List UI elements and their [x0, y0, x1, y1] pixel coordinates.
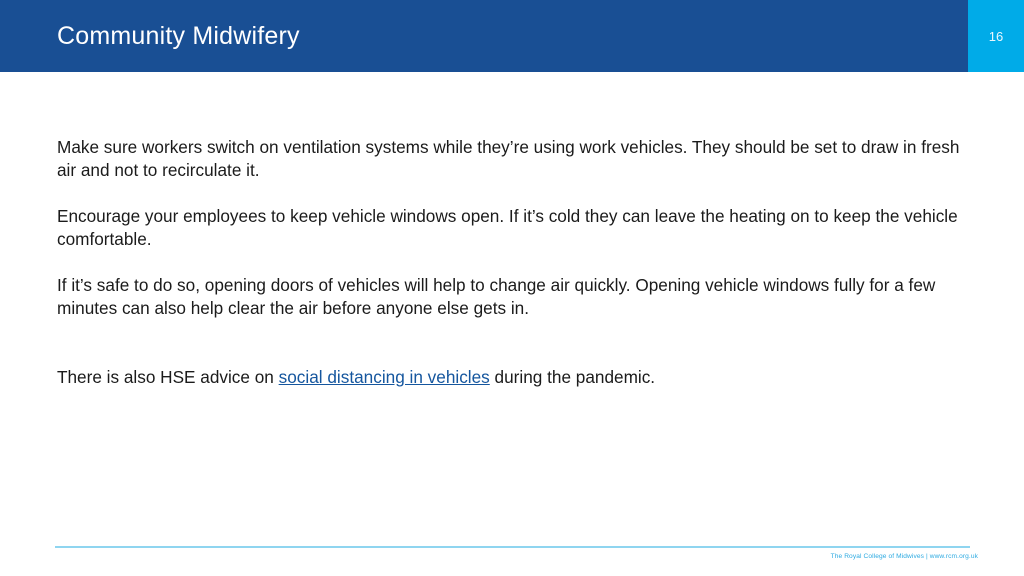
social-distancing-link[interactable]: social distancing in vehicles — [279, 367, 490, 387]
hse-advice-suffix: during the pandemic. — [489, 367, 656, 387]
footer-credit: The Royal College of Midwives | www.rcm.… — [600, 552, 978, 562]
footer-divider — [55, 546, 970, 548]
footer-organisation: The Royal College of Midwives — [830, 553, 925, 560]
body-content: Make sure workers switch on ventilation … — [57, 136, 967, 389]
paragraph-ventilation: Make sure workers switch on ventilation … — [57, 137, 960, 180]
slide: Community Midwifery 16 Make sure workers… — [0, 0, 1024, 576]
footer-website: www.rcm.org.uk — [929, 553, 978, 560]
paragraph-windows-open: Encourage your employees to keep vehicle… — [57, 206, 958, 249]
page-number-block: 16 — [968, 0, 1024, 72]
page-title: Community Midwifery — [57, 22, 300, 50]
paragraph-hse-advice: There is also HSE advice on social dista… — [57, 366, 967, 389]
hse-advice-prefix: There is also HSE advice on — [57, 367, 279, 387]
paragraph-spacer-large — [57, 320, 967, 366]
page-number: 16 — [988, 28, 1004, 44]
paragraph-opening-doors: If it’s safe to do so, opening doors of … — [57, 275, 936, 318]
